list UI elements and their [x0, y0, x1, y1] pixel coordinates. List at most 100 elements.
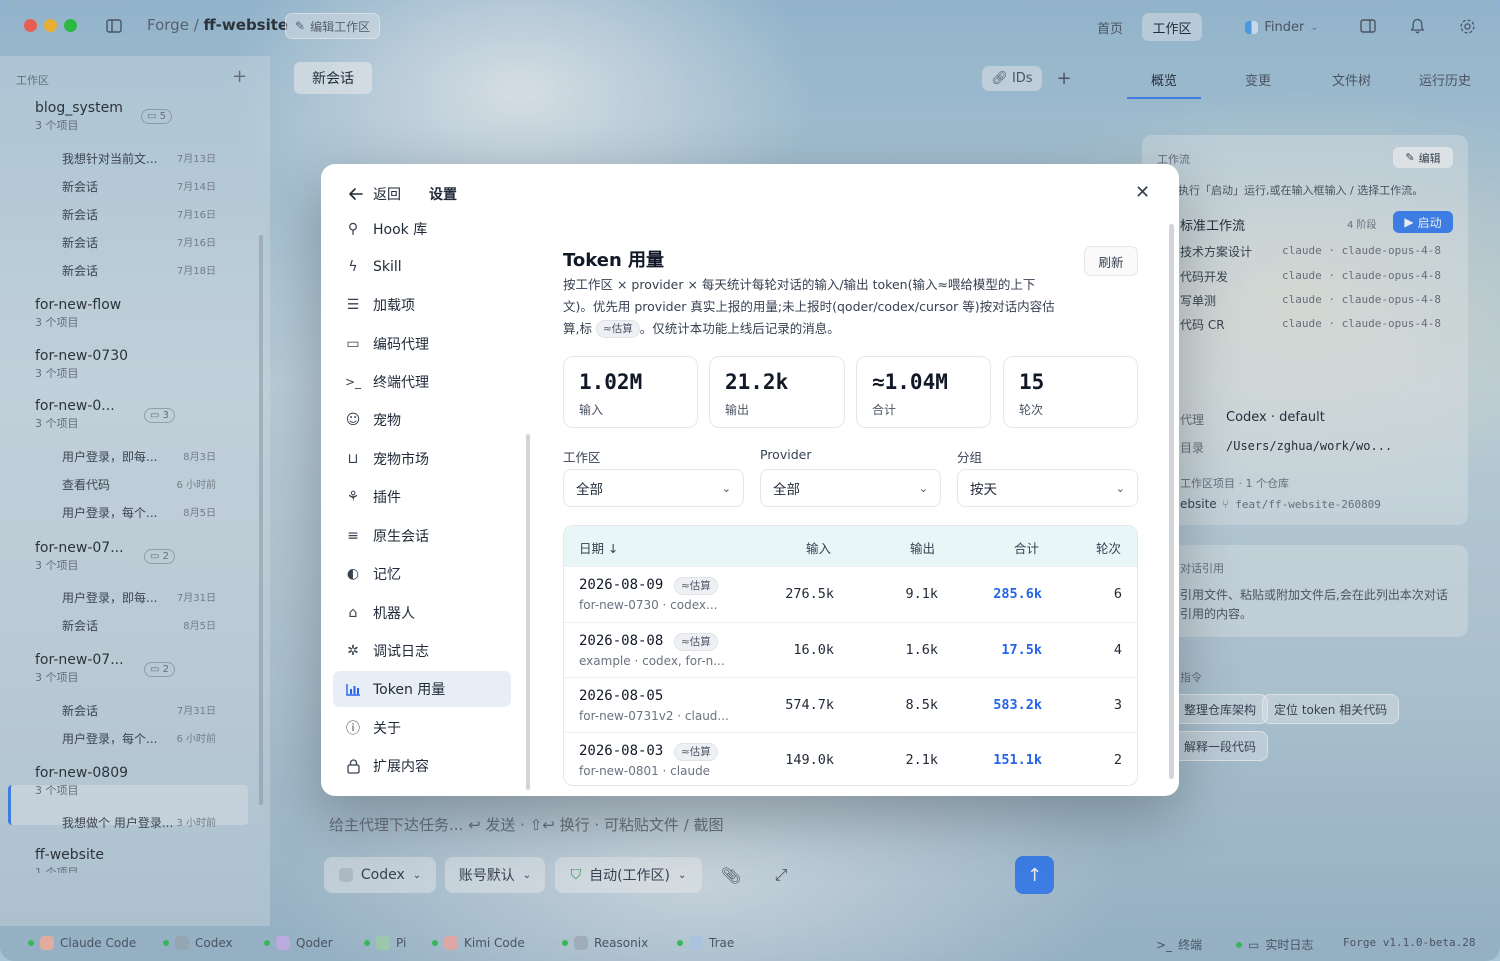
settings-nav-token-usage[interactable]: Token 用量 — [333, 671, 511, 707]
nav-label: 调试日志 — [373, 644, 429, 660]
settings-nav-addons[interactable]: ☰ 加载项 — [333, 287, 511, 323]
stat-value: 21.2k — [725, 370, 789, 394]
stat-card-total: ≈1.04M 合计 — [856, 356, 991, 428]
filter-label-workspace: 工作区 — [563, 450, 601, 465]
column-header-input: 输入 — [806, 541, 832, 556]
bolt-icon: ϟ — [348, 259, 358, 275]
bar-chart-icon — [345, 681, 361, 697]
select-value: 按天 — [970, 482, 997, 498]
settings-nav-coding-agent[interactable]: ▭ 编码代理 — [333, 326, 511, 362]
filter-label-provider: Provider — [760, 447, 812, 462]
close-icon[interactable]: ✕ — [1135, 182, 1150, 203]
settings-nav-robot[interactable]: ⌂ 机器人 — [333, 595, 511, 631]
table-row[interactable]: 2026-08-03 ≈估算 for-new-0801 · claude 149… — [564, 732, 1137, 785]
token-usage-table: 日期 ↓ 输入 输出 合计 轮次 2026-08-09 ≈估算 for-new-… — [563, 525, 1138, 786]
row-turns: 6 — [1113, 586, 1122, 602]
nav-label: 编码代理 — [373, 337, 429, 353]
lock-icon — [345, 758, 361, 774]
stat-label: 合计 — [872, 403, 897, 417]
arrow-left-icon — [349, 188, 363, 200]
nav-label: Skill — [373, 259, 402, 275]
nav-label: 插件 — [373, 490, 401, 506]
token-usage-description: 按工作区 × provider × 每天统计每轮对话的输入/输出 token(输… — [563, 277, 1055, 338]
bug-icon: ✲ — [347, 643, 359, 659]
stat-label: 输出 — [725, 403, 750, 417]
row-total: 151.1k — [993, 752, 1042, 768]
row-turns: 3 — [1113, 697, 1122, 713]
settings-nav-extensions[interactable]: 扩展内容 — [333, 748, 511, 784]
group-filter-select[interactable]: 按天 ⌄ — [957, 469, 1138, 507]
settings-nav-hook[interactable]: ⚲ Hook 库 — [333, 211, 511, 247]
settings-nav-about[interactable]: ⓘ 关于 — [333, 710, 511, 746]
column-header-date[interactable]: 日期 ↓ — [579, 538, 618, 557]
pet-icon: ☺ — [345, 412, 361, 428]
nav-label: 记忆 — [373, 567, 401, 583]
chevron-down-icon: ⌄ — [1115, 481, 1125, 495]
nav-label: 关于 — [373, 721, 401, 737]
column-header-output: 输出 — [910, 541, 936, 556]
stat-value: 1.02M — [579, 370, 643, 394]
nav-label: 终端代理 — [373, 375, 429, 391]
modal-title: 设置 — [429, 187, 457, 203]
row-total: 285.6k — [993, 586, 1042, 602]
content-scrollbar[interactable] — [1169, 224, 1174, 779]
shopping-bag-icon: ⊔ — [347, 451, 359, 467]
nav-label: 机器人 — [373, 606, 415, 622]
plugin-icon: ⚘ — [346, 489, 360, 505]
stat-card-output: 21.2k 输出 — [709, 356, 845, 428]
chevron-down-icon: ⌄ — [721, 481, 731, 495]
back-label: 返回 — [373, 187, 401, 203]
stat-value: ≈1.04M — [872, 370, 948, 394]
row-date: 2026-08-05 — [579, 688, 664, 704]
table-row[interactable]: 2026-08-08 ≈估算 example · codex, for-n...… — [564, 622, 1137, 677]
hook-icon: ⚲ — [347, 221, 359, 237]
table-row[interactable]: 2026-08-05 for-new-0731v2 · claud... 574… — [564, 677, 1137, 732]
row-input: 574.7k — [785, 697, 834, 713]
nav-label: 宠物市场 — [373, 452, 429, 468]
table-row[interactable]: 2026-08-09 ≈估算 for-new-0730 · codex... 2… — [564, 566, 1137, 622]
row-output: 9.1k — [905, 586, 938, 602]
stat-card-turns: 15 轮次 — [1003, 356, 1138, 428]
sliders-icon: ☰ — [346, 297, 360, 313]
settings-nav-terminal-agent[interactable]: >_ 终端代理 — [333, 364, 511, 400]
settings-nav-plugin[interactable]: ⚘ 插件 — [333, 479, 511, 515]
nav-label: Hook 库 — [373, 222, 428, 238]
row-source: for-new-0730 · codex... — [579, 598, 718, 612]
row-source: example · codex, for-n... — [579, 654, 725, 668]
settings-nav-pet-market[interactable]: ⊔ 宠物市场 — [333, 441, 511, 477]
settings-nav-debug-log[interactable]: ✲ 调试日志 — [333, 633, 511, 669]
select-value: 全部 — [773, 482, 800, 498]
row-total: 583.2k — [993, 697, 1042, 713]
app-window: Forge / ff-website ✎ 编辑工作区 首页 工作区 Finder… — [0, 0, 1500, 961]
settings-nav-native-session[interactable]: ≡ 原生会话 — [333, 518, 511, 554]
estimate-tag: ≈估算 — [674, 743, 718, 761]
nav-label: 原生会话 — [373, 529, 429, 545]
settings-nav-skill[interactable]: ϟ Skill — [333, 249, 511, 285]
row-turns: 4 — [1113, 642, 1122, 658]
row-source: for-new-0731v2 · claud... — [579, 709, 729, 723]
settings-nav-pet[interactable]: ☺ 宠物 — [333, 402, 511, 438]
code-window-icon: ▭ — [346, 336, 360, 352]
filter-label-group: 分组 — [957, 450, 983, 465]
column-header-turns: 轮次 — [1096, 541, 1122, 556]
nav-label: 加载项 — [373, 298, 415, 314]
row-input: 276.5k — [785, 586, 834, 602]
row-date: 2026-08-03 — [579, 743, 664, 759]
back-button[interactable]: 返回 — [349, 184, 401, 204]
stat-label: 输入 — [579, 403, 604, 417]
token-usage-title: Token 用量 — [563, 250, 665, 271]
nav-scrollbar[interactable] — [526, 434, 530, 790]
row-turns: 2 — [1113, 752, 1122, 768]
column-header-total: 合计 — [1014, 541, 1040, 556]
info-icon: ⓘ — [346, 721, 360, 737]
row-date: 2026-08-09 — [579, 577, 664, 593]
refresh-button[interactable]: 刷新 — [1084, 246, 1138, 276]
settings-nav-memory[interactable]: ◐ 记忆 — [333, 556, 511, 592]
row-input: 16.0k — [793, 642, 834, 658]
settings-modal: 返回 设置 ✕ ⚲ Hook 库 ϟ Skill ☰ 加载项 ▭ 编码代理 >_ 终端代理… — [321, 164, 1179, 796]
provider-filter-select[interactable]: 全部 ⌄ — [760, 469, 941, 507]
memory-icon: ◐ — [346, 566, 360, 582]
nav-label: 扩展内容 — [373, 759, 429, 775]
list-icon: ≡ — [347, 528, 359, 544]
workspace-filter-select[interactable]: 全部 ⌄ — [563, 469, 744, 507]
